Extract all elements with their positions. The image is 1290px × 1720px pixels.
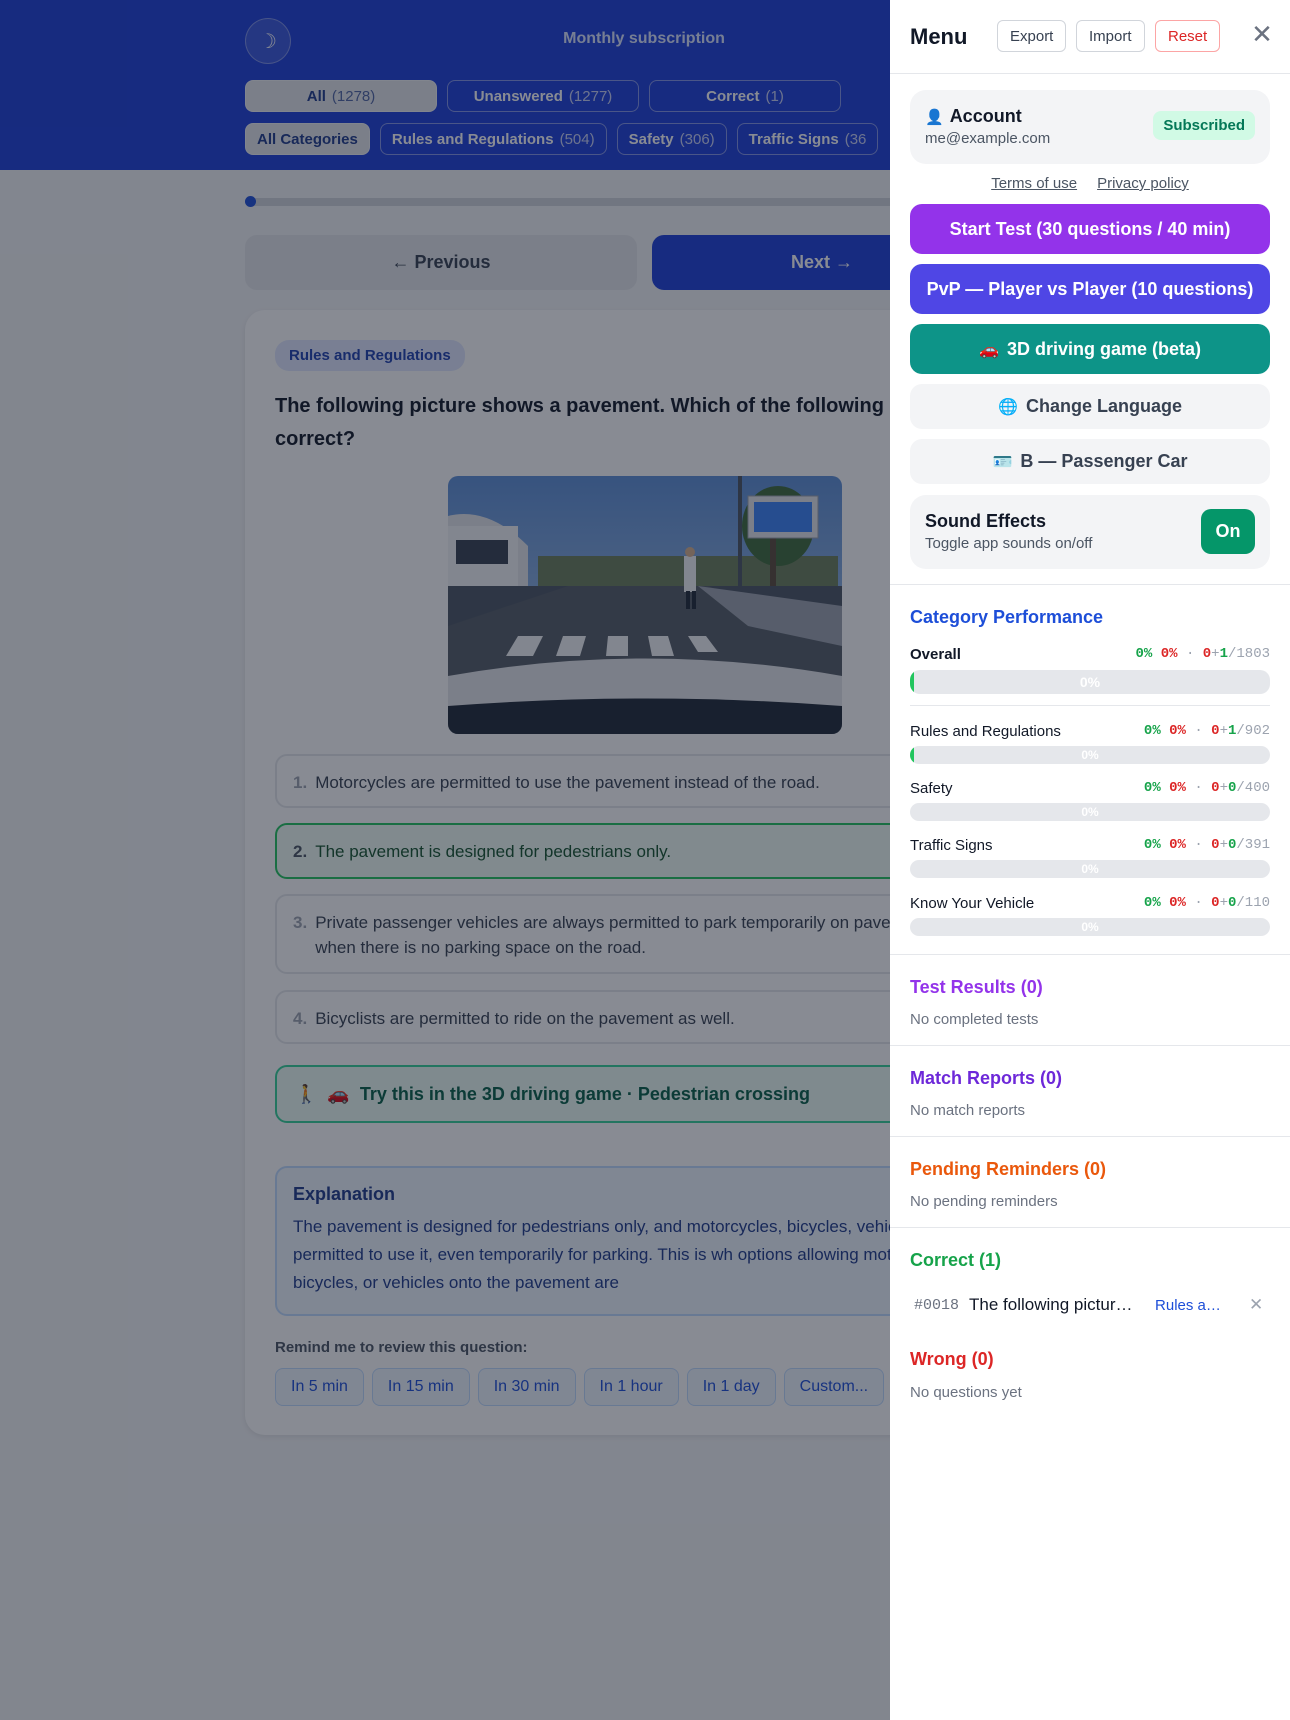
sound-effects-title: Sound Effects	[925, 511, 1047, 531]
wrong-percent: 0%	[1169, 780, 1186, 796]
sound-toggle[interactable]: On	[1201, 509, 1255, 554]
performance-bar-label: 0%	[1081, 862, 1099, 876]
wrong-list-title[interactable]: Wrong (0)	[910, 1349, 994, 1370]
divider	[890, 584, 1290, 585]
change-language-button[interactable]: 🌐 Change Language	[910, 384, 1270, 429]
car-icon: 🚗	[979, 339, 999, 359]
total-count: /400	[1236, 780, 1270, 796]
driving-game-button[interactable]: 🚗 3D driving game (beta)	[910, 324, 1270, 374]
license-type-button[interactable]: 🪪 B — Passenger Car	[910, 439, 1270, 484]
sound-effects-card: Sound Effects Toggle app sounds on/off O…	[910, 495, 1270, 569]
performance-bar-label: 0%	[1079, 674, 1101, 690]
performance-bar: 0%	[910, 670, 1270, 694]
wrong-count: 0	[1211, 837, 1220, 853]
performance-stats: 0% 0% · 0+0/391	[1143, 837, 1270, 853]
account-email: me@example.com	[925, 130, 1051, 147]
performance-bar-label: 0%	[1081, 805, 1099, 819]
performance-stats: 0% 0% · 0+1/1803	[1135, 646, 1270, 662]
performance-row-know-your-vehicle: Know Your Vehicle 0% 0% · 0+0/110 0%	[910, 895, 1270, 937]
correct-list-title[interactable]: Correct (1)	[910, 1250, 1001, 1271]
account-label: Account	[949, 106, 1022, 126]
correct-percent: 0%	[1143, 837, 1161, 853]
globe-icon: 🌐	[998, 397, 1018, 416]
divider	[890, 1045, 1290, 1046]
total-count: /902	[1236, 723, 1270, 739]
wrong-count: 0	[1211, 780, 1220, 796]
performance-bar: 0%	[910, 860, 1270, 878]
performance-bar: 0%	[910, 803, 1270, 821]
wrong-count: 0	[1202, 646, 1212, 662]
wrong-count: 0	[1211, 895, 1220, 911]
performance-bar: 0%	[910, 918, 1270, 936]
wrong-percent: 0%	[1160, 646, 1178, 662]
divider	[890, 1136, 1290, 1137]
performance-stats: 0% 0% · 0+1/902	[1143, 723, 1270, 739]
performance-row-rules: Rules and Regulations 0% 0% · 0+1/902 0%	[910, 723, 1270, 765]
match-reports-empty: No match reports	[910, 1102, 1026, 1119]
menu-header: Menu Export Import Reset ✕	[890, 0, 1290, 74]
legal-links: Terms of use Privacy policy	[890, 175, 1290, 192]
sound-effects-subtitle: Toggle app sounds on/off	[925, 535, 1093, 552]
performance-row-traffic-signs: Traffic Signs 0% 0% · 0+0/391 0%	[910, 837, 1270, 879]
divider	[890, 954, 1290, 955]
question-preview: The following picture shows a pavement.	[969, 1295, 1141, 1314]
test-results-title[interactable]: Test Results (0)	[910, 977, 1043, 998]
total-count: /1803	[1227, 646, 1270, 662]
divider	[910, 705, 1270, 706]
test-results-empty: No completed tests	[910, 1011, 1039, 1028]
divider	[890, 1227, 1290, 1228]
performance-stats: 0% 0% · 0+0/110	[1143, 895, 1270, 911]
close-icon[interactable]: ✕	[1248, 20, 1276, 50]
performance-name: Know Your Vehicle	[910, 895, 1035, 912]
pvp-button[interactable]: PvP — Player vs Player (10 questions)	[910, 264, 1270, 314]
privacy-link[interactable]: Privacy policy	[1097, 175, 1189, 192]
driving-game-label: 3D driving game (beta)	[1006, 338, 1201, 359]
reset-button[interactable]: Reset	[1155, 20, 1221, 52]
license-type-label: B — Passenger Car	[1020, 451, 1188, 471]
wrong-count: 0	[1211, 723, 1220, 739]
question-id: #0018	[914, 1296, 960, 1314]
side-menu: Menu Export Import Reset ✕ 👤 Account me@e…	[890, 0, 1290, 1720]
change-language-label: Change Language	[1025, 396, 1182, 416]
pending-reminders-title[interactable]: Pending Reminders (0)	[910, 1159, 1106, 1180]
menu-title: Menu	[910, 24, 968, 49]
terms-link[interactable]: Terms of use	[991, 175, 1077, 192]
category-performance-title: Category Performance	[910, 607, 1104, 627]
performance-name: Overall	[910, 646, 961, 663]
correct-percent: 0%	[1143, 895, 1161, 911]
performance-row-safety: Safety 0% 0% · 0+0/400 0%	[910, 780, 1270, 822]
account-title: 👤 Account	[925, 106, 1022, 127]
total-count: /110	[1236, 895, 1270, 911]
wrong-percent: 0%	[1169, 895, 1186, 911]
modal-backdrop[interactable]	[0, 0, 890, 1720]
performance-bar-label: 0%	[1081, 748, 1099, 762]
question-category: Rules and Regulations	[1155, 1296, 1229, 1314]
start-test-button[interactable]: Start Test (30 questions / 40 min)	[910, 204, 1270, 254]
match-reports-title[interactable]: Match Reports (0)	[910, 1068, 1062, 1089]
performance-row-overall: Overall 0% 0% · 0+1/1803 0%	[910, 646, 1270, 696]
wrong-list-empty: No questions yet	[910, 1384, 1022, 1401]
wrong-percent: 0%	[1169, 723, 1186, 739]
pending-reminders-empty: No pending reminders	[910, 1193, 1058, 1210]
export-button[interactable]: Export	[997, 20, 1067, 52]
id-card-icon: 🪪	[992, 452, 1013, 471]
correct-percent: 0%	[1135, 646, 1153, 662]
correct-count: 1	[1219, 646, 1228, 662]
correct-percent: 0%	[1143, 780, 1161, 796]
account-card: 👤 Account me@example.com Subscribed	[910, 90, 1270, 164]
performance-name: Traffic Signs	[910, 837, 993, 854]
subscribed-badge: Subscribed	[1153, 111, 1255, 140]
user-icon: 👤	[925, 108, 944, 126]
performance-bar-label: 0%	[1081, 920, 1099, 934]
total-count: /391	[1236, 837, 1270, 853]
correct-percent: 0%	[1143, 723, 1161, 739]
remove-icon[interactable]: ✕	[1249, 1295, 1263, 1315]
correct-list-item[interactable]: #0018 The following picture shows a pave…	[910, 1290, 1270, 1320]
import-button[interactable]: Import	[1076, 20, 1145, 52]
performance-stats: 0% 0% · 0+0/400	[1143, 780, 1270, 796]
wrong-percent: 0%	[1169, 837, 1186, 853]
performance-name: Safety	[910, 780, 953, 797]
performance-name: Rules and Regulations	[910, 723, 1061, 740]
performance-bar: 0%	[910, 746, 1270, 764]
